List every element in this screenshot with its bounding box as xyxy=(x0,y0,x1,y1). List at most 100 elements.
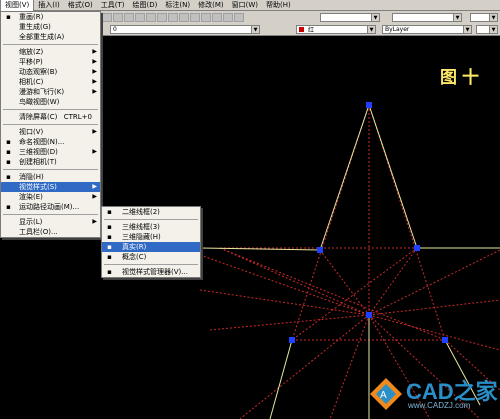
construction-line xyxy=(368,299,500,316)
submenu-arrow-icon: ▶ xyxy=(92,58,97,65)
3d-hidden-icon: ▪ xyxy=(107,233,112,241)
menu-item[interactable]: ▪ 命名视图(N)... xyxy=(1,137,100,147)
construction-line xyxy=(219,247,370,316)
menu-item[interactable]: 全部重生成(A) xyxy=(1,32,100,42)
redo-icon[interactable] xyxy=(135,13,145,22)
menu-item[interactable]: 动态观察(B) ▶ xyxy=(1,67,100,77)
menu-item[interactable]: 视觉样式(S) ▶ xyxy=(1,182,100,192)
star-edge xyxy=(368,104,418,249)
lineweight-combo[interactable]: ▼ xyxy=(476,25,498,34)
star-edge xyxy=(269,339,293,419)
menu-item-label: 重生成(G) xyxy=(19,23,51,31)
menu-item-label: 命名视图(N)... xyxy=(19,138,65,146)
submenu-arrow-icon: ▶ xyxy=(92,128,97,135)
design-center-icon[interactable] xyxy=(190,13,200,22)
construction-line xyxy=(368,249,500,316)
menu-item[interactable]: 工具栏(O)... xyxy=(1,227,100,237)
menu-help[interactable]: 帮助(H) xyxy=(262,0,295,11)
2d-wireframe-icon: ▪ xyxy=(107,208,112,216)
menu-format[interactable]: 格式(O) xyxy=(64,0,97,11)
watermark: A CAD之家 www.CADZJ.com xyxy=(368,374,498,414)
table-style-combo[interactable]: ▼ xyxy=(470,13,498,22)
menu-item[interactable]: ▪ 创建相机(T) xyxy=(1,157,100,167)
submenu-arrow-icon: ▶ xyxy=(92,193,97,200)
menu-item-label: 全部重生成(A) xyxy=(19,33,65,41)
menu-item-label: 三维线框(3) xyxy=(122,223,160,231)
sheet-set-icon[interactable] xyxy=(212,13,222,22)
menu-item[interactable]: ▪ 消隐(H) xyxy=(1,172,100,182)
menu-item[interactable]: 缩放(Z) ▶ xyxy=(1,47,100,57)
menu-insert[interactable]: 插入(I) xyxy=(34,0,64,11)
markup-icon[interactable] xyxy=(223,13,233,22)
menu-draw[interactable]: 绘图(D) xyxy=(129,0,162,11)
linetype-combo[interactable]: ByLayer ▼ xyxy=(382,25,472,34)
menu-item-label: 视觉样式管理器(V)... xyxy=(122,268,188,276)
redraw-icon: ▪ xyxy=(6,13,11,21)
menu-item[interactable]: ▪ 三维视图(D) ▶ xyxy=(1,147,100,157)
calculator-icon[interactable] xyxy=(234,13,244,22)
menu-item[interactable]: 平移(P) ▶ xyxy=(1,57,100,67)
hide-icon: ▪ xyxy=(6,173,11,181)
menu-item[interactable]: 显示(L) ▶ xyxy=(1,217,100,227)
menu-view[interactable]: 视图(V) xyxy=(0,0,35,11)
menu-item-label: 三维隐藏(H) xyxy=(122,233,161,241)
menu-item[interactable]: 渲染(E) ▶ xyxy=(1,192,100,202)
menu-window[interactable]: 窗口(W) xyxy=(228,0,262,11)
layer-value: 0 xyxy=(113,26,117,33)
cadzj-logo-icon: A xyxy=(370,378,402,410)
color-swatch xyxy=(299,27,304,32)
menu-item-label: 二维线框(2) xyxy=(122,208,160,216)
layer-combo[interactable]: 0 ▼ xyxy=(110,25,260,34)
menu-item[interactable]: ▪ 运动路径动画(M)... xyxy=(1,202,100,212)
menu-item-label: 显示(L) xyxy=(19,218,43,226)
menu-item[interactable]: 相机(C) ▶ xyxy=(1,77,100,87)
star-edge xyxy=(319,104,370,251)
construction-line xyxy=(319,249,370,316)
realistic-icon: ▪ xyxy=(107,243,112,251)
motion-path-icon: ▪ xyxy=(6,203,11,211)
zoom-previous-icon[interactable] xyxy=(168,13,178,22)
banner-title: 图十 xyxy=(440,68,484,88)
text-style-combo[interactable]: ▼ xyxy=(320,13,380,22)
submenu-arrow-icon: ▶ xyxy=(92,218,97,225)
svg-text:A: A xyxy=(380,390,387,401)
menu-item[interactable]: ▪ 三维线框(3) xyxy=(102,222,200,232)
menu-item[interactable]: 重生成(G) xyxy=(1,22,100,32)
menu-item[interactable]: ▪ 重画(R) xyxy=(1,12,100,22)
dim-style-combo[interactable]: ▼ xyxy=(392,13,462,22)
tool-palette-icon[interactable] xyxy=(201,13,211,22)
properties-icon[interactable] xyxy=(179,13,189,22)
menu-item[interactable]: ▪ 真实(R) xyxy=(102,242,200,252)
menu-item-label: 相机(C) xyxy=(19,78,44,86)
menu-item-label: 概念(C) xyxy=(122,253,147,261)
menu-item-label: 三维视图(D) xyxy=(19,148,58,156)
menu-item[interactable]: 鸟瞰视图(W) xyxy=(1,97,100,107)
menu-item[interactable]: ▪ 视觉样式管理器(V)... xyxy=(102,267,200,277)
menu-item[interactable]: 视口(V) ▶ xyxy=(1,127,100,137)
zoom-icon[interactable] xyxy=(113,13,123,22)
zoom-window-icon[interactable] xyxy=(157,13,167,22)
menu-dimension[interactable]: 标注(N) xyxy=(161,0,194,11)
menu-item-label: 创建相机(T) xyxy=(19,158,57,166)
standard-toolbar xyxy=(102,13,244,22)
menu-item-label: 消隐(H) xyxy=(19,173,44,181)
menu-item[interactable]: ▪ 概念(C) xyxy=(102,252,200,262)
zoom-realtime-icon[interactable] xyxy=(146,13,156,22)
3d-view-icon: ▪ xyxy=(6,148,11,156)
menu-item[interactable]: 清除屏幕(C) CTRL+0 xyxy=(1,112,100,122)
named-view-icon: ▪ xyxy=(6,138,11,146)
menu-tools[interactable]: 工具(T) xyxy=(97,0,129,11)
menu-item[interactable]: ▪ 二维线框(2) xyxy=(102,207,200,217)
grip-point xyxy=(366,102,372,108)
menu-item-label: 渲染(E) xyxy=(19,193,43,201)
construction-line xyxy=(239,314,370,419)
menu-item-label: 视觉样式(S) xyxy=(19,183,57,191)
menu-item[interactable]: ▪ 三维隐藏(H) xyxy=(102,232,200,242)
menu-item[interactable]: 漫游和飞行(K) ▶ xyxy=(1,87,100,97)
color-combo[interactable]: 红 ▼ xyxy=(296,25,376,34)
submenu-arrow-icon: ▶ xyxy=(92,148,97,155)
menu-item-label: 漫游和飞行(K) xyxy=(19,88,65,96)
undo-icon[interactable] xyxy=(124,13,134,22)
pan-icon[interactable] xyxy=(102,13,112,22)
menu-modify[interactable]: 修改(M) xyxy=(194,0,228,11)
